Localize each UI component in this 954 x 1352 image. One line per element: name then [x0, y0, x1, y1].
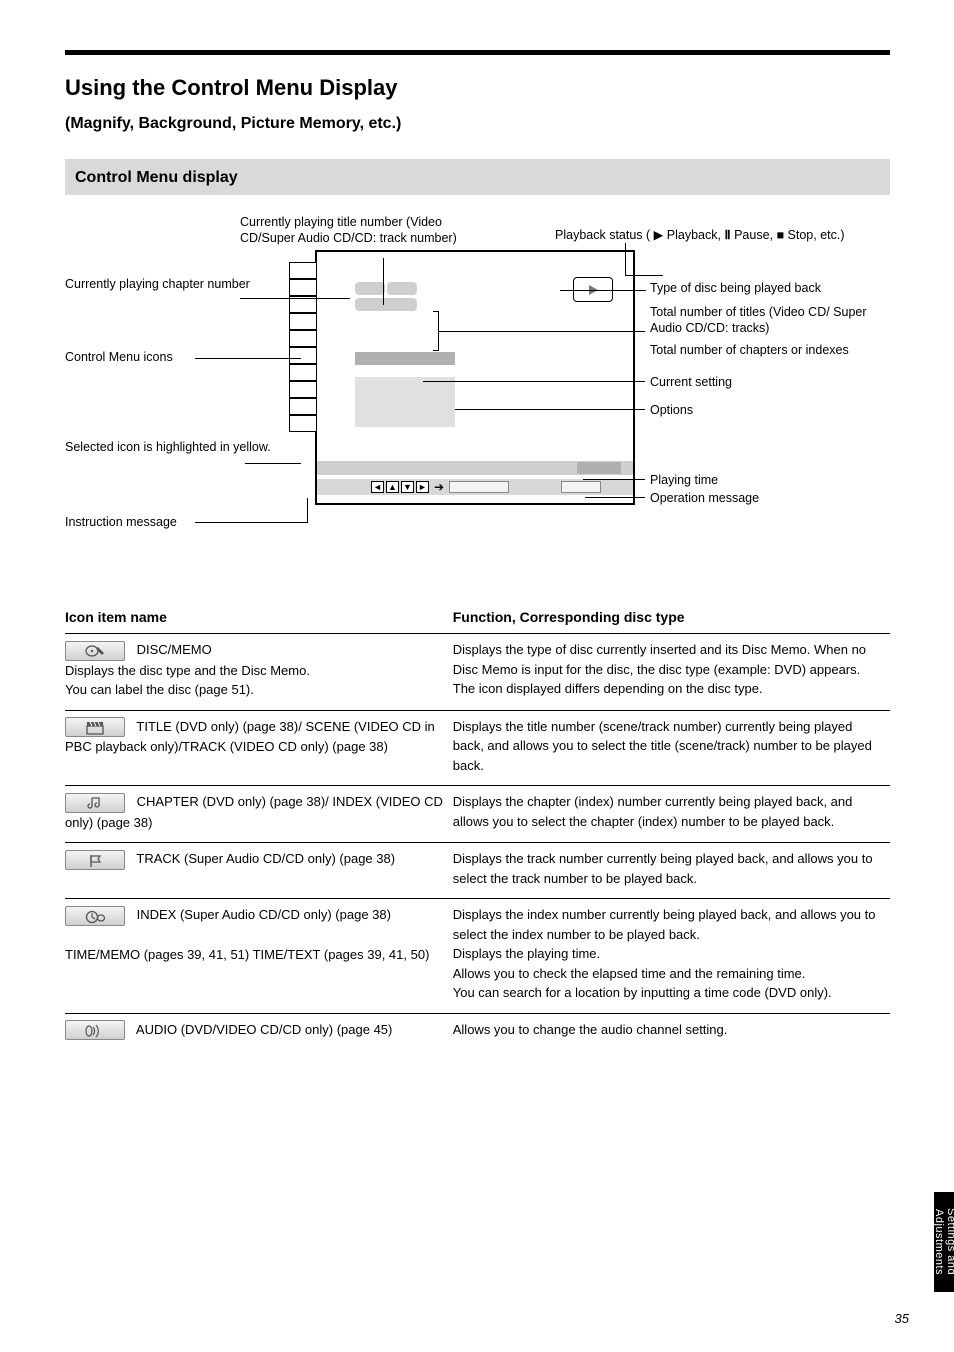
audio-waves-icon [65, 1020, 125, 1040]
row-name-index: INDEX (Super Audio CD/CD only) (page 38) [137, 907, 391, 922]
row-func-track: Displays the track number currently bein… [453, 843, 890, 899]
row-name-disc: DISC/MEMO [137, 642, 212, 657]
label-current-setting: Current setting [650, 375, 890, 391]
label-selected-icon: Selected icon is highlighted in yellow. [65, 440, 285, 456]
top-rule [65, 50, 890, 55]
sub-title: (Magnify, Background, Picture Memory, et… [65, 115, 890, 133]
current-setting-bar [355, 352, 455, 365]
row-desc-disc-1: Displays the disc type and the Disc Memo… [65, 663, 310, 678]
control-menu-items-table: Icon item name Function, Corresponding d… [65, 605, 890, 1050]
flag-icon [65, 850, 125, 870]
row-func-index-3: Allows you to check the elapsed time and… [453, 966, 806, 981]
label-total-chapters: Total number of chapters or indexes [650, 343, 900, 359]
label-options: Options [650, 403, 890, 419]
row-func-audio: Allows you to change the audio channel s… [453, 1013, 890, 1050]
table-header-icon: Icon item name [65, 605, 453, 634]
options-block [355, 377, 455, 427]
section-title: Using the Control Menu Display [65, 75, 890, 101]
gray-bar-heading: Control Menu display [65, 159, 890, 195]
down-key-icon: ▼ [401, 481, 414, 493]
clapper-icon [65, 717, 125, 737]
row-func-index-4: You can search for a location by inputti… [453, 985, 832, 1000]
page-number: 35 [895, 1311, 909, 1326]
row-desc-disc-2: You can label the disc (page 51). [65, 682, 254, 697]
left-key-icon: ◄ [371, 481, 384, 493]
row-name-time: TIME/MEMO (pages 39, 41, 51) TIME/TEXT (… [65, 947, 429, 962]
clock-disc-icon [65, 906, 125, 926]
label-chapter-number: Currently playing chapter number [65, 277, 285, 293]
control-menu-figure: ◄ ▲ ▼ ► ➔ Currently playing title number… [65, 225, 890, 575]
play-icon: ▶ [654, 228, 664, 242]
table-header-func: Function, Corresponding disc type [453, 605, 890, 634]
label-operation-message: Operation message [650, 491, 890, 507]
chapter-indicator [355, 298, 417, 311]
row-func-title: Displays the title number (scene/track n… [453, 710, 890, 786]
row-name-track: TRACK (Super Audio CD/CD only) (page 38) [136, 851, 395, 866]
instruction-row: ◄ ▲ ▼ ► ➔ [317, 479, 633, 495]
disc-edit-icon [65, 641, 125, 661]
tv-screen: ◄ ▲ ▼ ► ➔ [315, 250, 635, 505]
label-title-number: Currently playing title number (Video CD… [240, 215, 460, 246]
label-total-titles: Total number of titles (Video CD/ Super … [650, 305, 900, 336]
stop-icon: ■ [776, 228, 784, 242]
pause-icon: Ⅱ [724, 228, 730, 242]
row-func-chapter: Displays the chapter (index) number curr… [453, 786, 890, 843]
arrow-right-icon: ➔ [434, 480, 444, 494]
row-func-index-1: Displays the index number currently bein… [453, 907, 876, 942]
playing-time-row [317, 461, 633, 475]
tv-side-icon-stack [305, 262, 317, 432]
label-playback-status: Playback status ( ▶ Playback, Ⅱ Pause, ■… [555, 228, 915, 244]
sidebar-tab: Settings and Adjustments [934, 1192, 954, 1292]
label-playing-time: Playing time [650, 473, 890, 489]
row-func-disc: Displays the type of disc currently inse… [453, 634, 890, 711]
row-func-index-2: Displays the playing time. [453, 946, 600, 961]
up-key-icon: ▲ [386, 481, 399, 493]
music-note-icon [65, 793, 125, 813]
right-key-icon: ► [416, 481, 429, 493]
title-indicator [355, 282, 417, 295]
label-disc-type: Type of disc being played back [650, 281, 890, 297]
row-name-audio: AUDIO (DVD/VIDEO CD/CD only) (page 45) [136, 1022, 392, 1037]
